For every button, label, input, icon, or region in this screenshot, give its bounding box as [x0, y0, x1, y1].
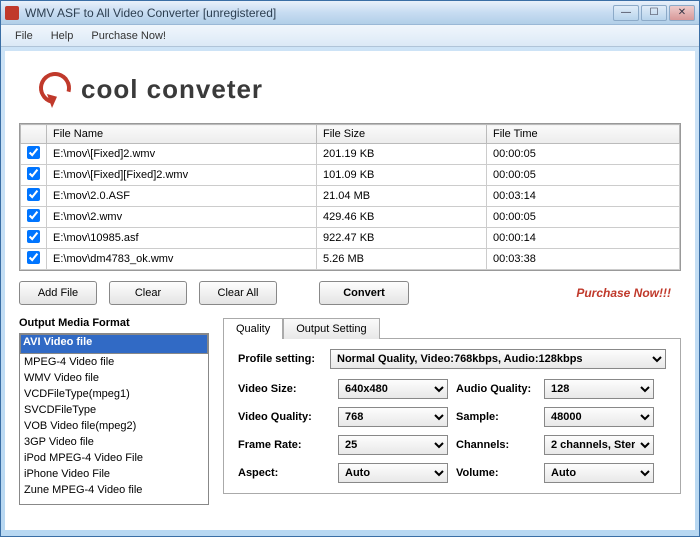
titlebar[interactable]: WMV ASF to All Video Converter [unregist… — [1, 1, 699, 25]
cell-filename: E:\mov\10985.asf — [47, 228, 317, 249]
list-item[interactable]: VOB Video file(mpeg2) — [20, 418, 208, 434]
table-row[interactable]: E:\mov\dm4783_ok.wmv5.26 MB00:03:38 — [21, 249, 680, 270]
videosize-select[interactable]: 640x480 — [338, 379, 448, 399]
menu-file[interactable]: File — [7, 28, 41, 44]
app-window: WMV ASF to All Video Converter [unregist… — [0, 0, 700, 537]
list-item[interactable]: iPod MPEG-4 Video File — [20, 450, 208, 466]
app-icon — [5, 6, 19, 20]
volume-label: Volume: — [456, 467, 536, 479]
row-checkbox[interactable] — [27, 188, 40, 201]
volume-select[interactable]: Auto — [544, 463, 654, 483]
cell-filesize: 101.09 KB — [317, 165, 487, 186]
cell-filename: E:\mov\[Fixed][Fixed]2.wmv — [47, 165, 317, 186]
cell-filesize: 429.46 KB — [317, 207, 487, 228]
cell-filesize: 5.26 MB — [317, 249, 487, 270]
audioquality-select[interactable]: 128 — [544, 379, 654, 399]
row-checkbox[interactable] — [27, 230, 40, 243]
aspect-select[interactable]: Auto — [338, 463, 448, 483]
aspect-label: Aspect: — [238, 467, 330, 479]
table-row[interactable]: E:\mov\[Fixed]2.wmv201.19 KB00:00:05 — [21, 144, 680, 165]
list-item[interactable]: Zune MPEG-4 Video file — [20, 482, 208, 498]
clear-all-button[interactable]: Clear All — [199, 281, 277, 305]
button-row: Add File Clear Clear All Convert Purchas… — [19, 281, 681, 305]
row-checkbox[interactable] — [27, 146, 40, 159]
convert-button[interactable]: Convert — [319, 281, 409, 305]
sample-label: Sample: — [456, 411, 536, 423]
cell-filesize: 201.19 KB — [317, 144, 487, 165]
window-title: WMV ASF to All Video Converter [unregist… — [25, 6, 613, 20]
videosize-label: Video Size: — [238, 383, 330, 395]
settings-box: Quality Output Setting Profile setting: … — [223, 317, 681, 505]
framerate-select[interactable]: 25 — [338, 435, 448, 455]
framerate-label: Frame Rate: — [238, 439, 330, 451]
row-checkbox[interactable] — [27, 209, 40, 222]
logo-area: cool conveter — [19, 59, 681, 119]
channels-label: Channels: — [456, 439, 536, 451]
row-checkbox[interactable] — [27, 167, 40, 180]
cell-filename: E:\mov\dm4783_ok.wmv — [47, 249, 317, 270]
col-check[interactable] — [21, 125, 47, 144]
list-item[interactable]: AVI Video file — [20, 334, 208, 354]
list-item[interactable]: VCDFileType(mpeg1) — [20, 386, 208, 402]
table-row[interactable]: E:\mov\[Fixed][Fixed]2.wmv101.09 KB00:00… — [21, 165, 680, 186]
cell-filesize: 21.04 MB — [317, 186, 487, 207]
tab-output-setting[interactable]: Output Setting — [283, 318, 379, 339]
list-item[interactable]: WMV Video file — [20, 370, 208, 386]
maximize-button[interactable]: ☐ — [641, 5, 667, 21]
videoquality-select[interactable]: 768 — [338, 407, 448, 427]
menu-help[interactable]: Help — [43, 28, 82, 44]
table-row[interactable]: E:\mov\2.0.ASF21.04 MB00:03:14 — [21, 186, 680, 207]
channels-select[interactable]: 2 channels, Ster — [544, 435, 654, 455]
add-file-button[interactable]: Add File — [19, 281, 97, 305]
logo-icon — [39, 72, 71, 106]
purchase-link[interactable]: Purchase Now!!! — [576, 286, 671, 300]
list-item[interactable]: SVCDFileType — [20, 402, 208, 418]
content-area: cool conveter File Name File Size File T… — [5, 51, 695, 530]
minimize-button[interactable]: — — [613, 5, 639, 21]
col-filesize[interactable]: File Size — [317, 125, 487, 144]
menu-purchase[interactable]: Purchase Now! — [83, 28, 174, 44]
profile-label: Profile setting: — [238, 353, 330, 365]
window-controls: — ☐ ✕ — [613, 5, 695, 21]
tab-content-quality: Profile setting: Normal Quality, Video:7… — [223, 338, 681, 494]
cell-filename: E:\mov\2.0.ASF — [47, 186, 317, 207]
clear-button[interactable]: Clear — [109, 281, 187, 305]
file-table: File Name File Size File Time E:\mov\[Fi… — [19, 123, 681, 271]
audioquality-label: Audio Quality: — [456, 383, 536, 395]
cell-filetime: 00:03:14 — [487, 186, 680, 207]
cell-filetime: 00:00:05 — [487, 207, 680, 228]
tabs: Quality Output Setting — [223, 317, 681, 338]
close-button[interactable]: ✕ — [669, 5, 695, 21]
profile-select[interactable]: Normal Quality, Video:768kbps, Audio:128… — [330, 349, 666, 369]
col-filetime[interactable]: File Time — [487, 125, 680, 144]
list-item[interactable]: iPhone Video File — [20, 466, 208, 482]
cell-filetime: 00:00:05 — [487, 165, 680, 186]
cell-filename: E:\mov\[Fixed]2.wmv — [47, 144, 317, 165]
menubar: File Help Purchase Now! — [1, 25, 699, 47]
table-row[interactable]: E:\mov\2.wmv429.46 KB00:00:05 — [21, 207, 680, 228]
row-checkbox[interactable] — [27, 251, 40, 264]
lower-panel: Output Media Format AVI Video fileMPEG-4… — [19, 317, 681, 505]
list-item[interactable]: MPEG-4 Video file — [20, 354, 208, 370]
cell-filetime: 00:03:38 — [487, 249, 680, 270]
logo-text: cool conveter — [81, 74, 263, 105]
tab-quality[interactable]: Quality — [223, 318, 283, 339]
videoquality-label: Video Quality: — [238, 411, 330, 423]
output-format-box: Output Media Format AVI Video fileMPEG-4… — [19, 317, 209, 505]
list-item[interactable]: 3GP Video file — [20, 434, 208, 450]
cell-filetime: 00:00:05 — [487, 144, 680, 165]
output-format-list[interactable]: AVI Video fileMPEG-4 Video fileWMV Video… — [19, 333, 209, 505]
table-row[interactable]: E:\mov\10985.asf922.47 KB00:00:14 — [21, 228, 680, 249]
cell-filesize: 922.47 KB — [317, 228, 487, 249]
cell-filename: E:\mov\2.wmv — [47, 207, 317, 228]
output-format-label: Output Media Format — [19, 317, 209, 329]
cell-filetime: 00:00:14 — [487, 228, 680, 249]
sample-select[interactable]: 48000 — [544, 407, 654, 427]
col-filename[interactable]: File Name — [47, 125, 317, 144]
